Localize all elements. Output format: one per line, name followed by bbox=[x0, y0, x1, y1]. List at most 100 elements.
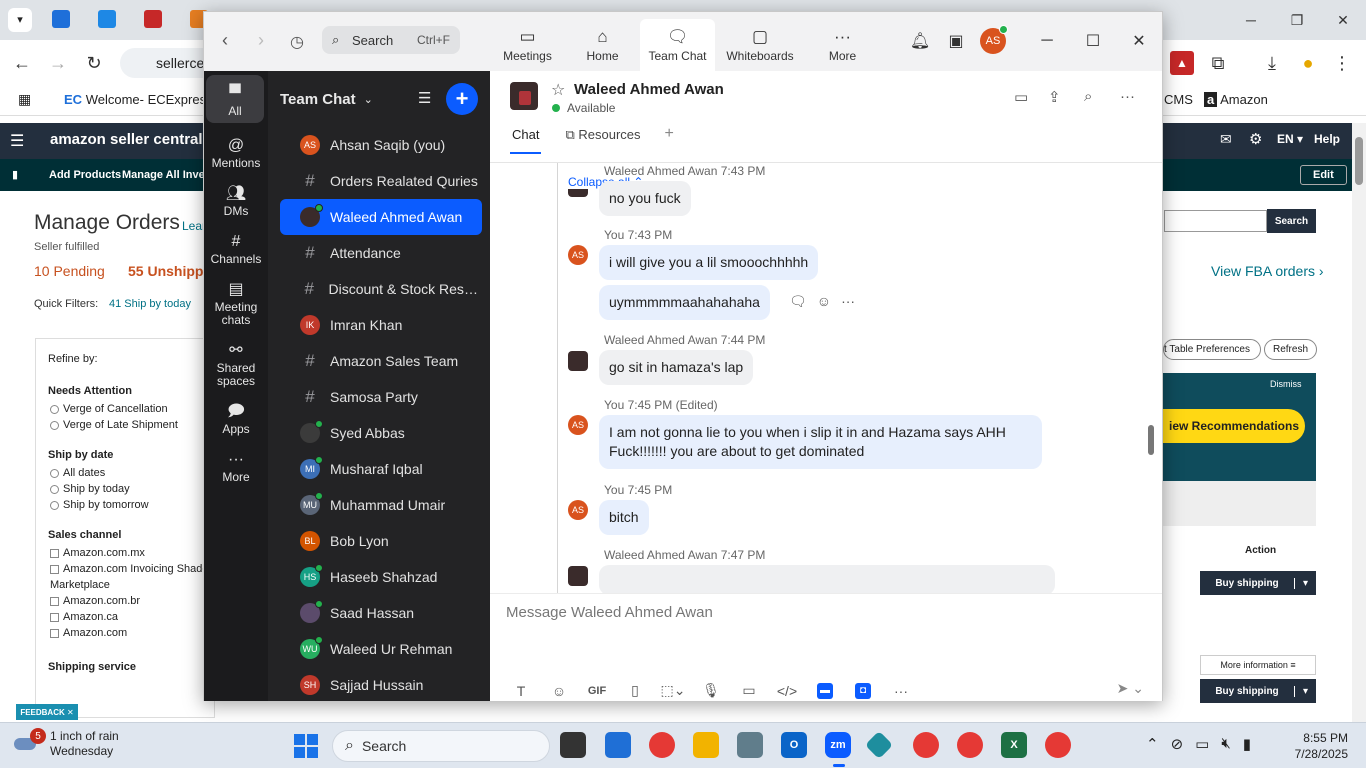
language-select[interactable]: EN ▾ bbox=[1277, 132, 1303, 146]
nav-whiteboards[interactable]: ▢ Whiteboards bbox=[715, 19, 805, 71]
back-icon[interactable]: ← bbox=[10, 51, 34, 75]
dm-item[interactable]: AS Ahsan Saqib (you) bbox=[280, 127, 482, 163]
message-bubble[interactable]: bitch bbox=[599, 500, 649, 535]
rail-apps[interactable]: 🗩 Apps bbox=[205, 393, 267, 441]
view-fba-link[interactable]: View FBA orders › bbox=[1211, 263, 1324, 279]
chrome-profile-icon-1[interactable] bbox=[913, 732, 939, 758]
filter-amazon-br[interactable]: Amazon.com.br bbox=[50, 595, 214, 607]
calculator-icon[interactable] bbox=[737, 732, 763, 758]
more-icon[interactable]: ··· bbox=[841, 293, 855, 310]
add-tab-icon[interactable]: + bbox=[663, 123, 674, 154]
filter-all-dates[interactable]: All dates bbox=[50, 467, 214, 479]
avatar[interactable]: AS bbox=[568, 415, 588, 435]
filter-amazon-com[interactable]: Amazon.com bbox=[50, 627, 214, 639]
emoji-icon[interactable]: ☺ bbox=[540, 683, 578, 699]
filter-verge-late[interactable]: Verge of Late Shipment bbox=[50, 419, 214, 431]
message-bubble[interactable]: go sit in hamaza's lap bbox=[599, 350, 754, 385]
close-icon[interactable]: ✕ bbox=[1320, 0, 1366, 40]
quick-filter-link[interactable]: 41 Ship by today bbox=[109, 298, 191, 310]
refresh-button[interactable]: Refresh bbox=[1264, 339, 1318, 360]
display-icon[interactable]: ▭ bbox=[1195, 735, 1209, 753]
nav-manage-inventory[interactable]: Manage All Invent bbox=[122, 169, 215, 181]
zoom-search-box[interactable]: ⌕ Search Ctrl+F bbox=[322, 26, 460, 54]
task-view-icon[interactable] bbox=[560, 732, 586, 758]
close-icon[interactable]: ✕ bbox=[1116, 31, 1162, 51]
filter-invoicing[interactable]: Amazon.com Invoicing Shado bbox=[50, 563, 214, 575]
screenshot-icon[interactable]: ⬚⌄ bbox=[654, 682, 692, 699]
download-icon[interactable]: ⤓ bbox=[1260, 51, 1284, 75]
avatar[interactable]: AS bbox=[568, 245, 588, 265]
store-icon[interactable] bbox=[605, 732, 631, 758]
app-icon[interactable] bbox=[864, 730, 894, 760]
filter-ship-tomorrow[interactable]: Ship by tomorrow bbox=[50, 499, 214, 511]
feedback-tab[interactable]: FEEDBACK ✕ bbox=[16, 704, 78, 720]
filter-amazon-mx[interactable]: Amazon.com.mx bbox=[50, 547, 214, 559]
chrome-profile-icon-3[interactable] bbox=[1045, 732, 1071, 758]
channel-item[interactable]: # Orders Realated Quries bbox=[280, 163, 482, 199]
edit-button[interactable]: Edit bbox=[1300, 165, 1347, 185]
rail-shared-spaces[interactable]: ⚯ Shared spaces bbox=[205, 332, 267, 393]
send-icon[interactable]: ➤ ⌄ bbox=[1117, 680, 1144, 697]
excel-icon[interactable]: X bbox=[1001, 732, 1027, 758]
search-button[interactable]: Search bbox=[1267, 209, 1316, 233]
dm-item[interactable]: IK Imran Khan bbox=[280, 307, 482, 343]
channel-item[interactable]: # Attendance bbox=[280, 235, 482, 271]
nav-more[interactable]: ··· More bbox=[805, 19, 880, 71]
new-chat-button[interactable]: + bbox=[446, 83, 478, 115]
app-icon-1[interactable]: ▬ bbox=[817, 682, 833, 699]
dm-item[interactable]: HS Haseeb Shahzad bbox=[280, 559, 482, 595]
rail-all[interactable]: ▀ All bbox=[206, 75, 264, 123]
file-explorer-icon[interactable] bbox=[693, 732, 719, 758]
composer-placeholder[interactable]: Message Waleed Ahmed Awan bbox=[506, 604, 713, 621]
filter-amazon-ca[interactable]: Amazon.ca bbox=[50, 611, 214, 623]
forward-arrow-icon[interactable]: › bbox=[250, 30, 272, 51]
forward-icon[interactable]: → bbox=[46, 51, 70, 75]
chrome-icon[interactable] bbox=[649, 732, 675, 758]
unshipped-tab[interactable]: 55 Unshipp bbox=[128, 263, 203, 279]
chat-title[interactable]: Waleed Ahmed Awan bbox=[574, 81, 724, 98]
list-title[interactable]: Team Chat bbox=[280, 91, 356, 108]
rail-more[interactable]: ··· More bbox=[205, 441, 267, 489]
message-bubble[interactable] bbox=[599, 565, 1055, 593]
bookmark-ecexpress[interactable]: EC Welcome- ECExpres... bbox=[64, 92, 217, 107]
seller-central-logo[interactable]: amazon seller central bbox=[50, 131, 203, 148]
help-link[interactable]: Help bbox=[1314, 132, 1340, 146]
message-bubble[interactable]: uymmmmmaahahahaha bbox=[599, 285, 770, 320]
red-tab-icon[interactable] bbox=[144, 10, 162, 28]
message-bubble[interactable]: I am not gonna lie to you when i slip it… bbox=[599, 415, 1042, 469]
avatar[interactable] bbox=[568, 351, 588, 371]
microphone-icon[interactable]: 🎙︎ bbox=[692, 682, 730, 699]
buy-shipping-button[interactable]: Buy shipping ▾ bbox=[1200, 571, 1316, 595]
bookmark-cms[interactable]: CMS bbox=[1164, 92, 1193, 107]
avatar[interactable]: AS bbox=[568, 500, 588, 520]
reload-icon[interactable]: ↻ bbox=[82, 51, 106, 75]
buy-shipping-button-2[interactable]: Buy shipping ▾ bbox=[1200, 679, 1316, 703]
clock[interactable]: 8:55 PM 7/28/2025 bbox=[1295, 730, 1348, 762]
chevron-down-icon[interactable]: ⌄ bbox=[364, 93, 373, 106]
gift-icon[interactable]: ▣ bbox=[938, 31, 974, 51]
dm-item[interactable]: WU Waleed Ur Rehman bbox=[280, 631, 482, 667]
dm-item[interactable]: Waleed Ahmed Awan bbox=[280, 199, 482, 235]
app-icon-2[interactable]: ◘ bbox=[855, 682, 871, 699]
nav-add-products[interactable]: Add Products bbox=[49, 169, 121, 181]
table-preferences-button[interactable]: t Table Preferences bbox=[1163, 339, 1261, 360]
profile-icon[interactable]: ● bbox=[1296, 51, 1320, 75]
channel-item[interactable]: # Amazon Sales Team bbox=[280, 343, 482, 379]
code-icon[interactable]: </> bbox=[768, 683, 806, 699]
volume-muted-icon[interactable]: 🔇︎ bbox=[1221, 735, 1230, 753]
gif-icon[interactable]: GIF bbox=[578, 685, 616, 697]
restore-icon[interactable]: ❐ bbox=[1274, 0, 1320, 40]
maximize-icon[interactable]: ☐ bbox=[1070, 31, 1116, 51]
minimize-icon[interactable]: ─ bbox=[1228, 0, 1274, 40]
bell-icon[interactable]: 🔔︎ bbox=[902, 31, 938, 51]
rail-meeting-chats[interactable]: ▤ Meeting chats bbox=[205, 271, 267, 332]
menu-icon[interactable]: ⋮ bbox=[1330, 51, 1354, 75]
rail-mentions[interactable]: @ Mentions bbox=[205, 127, 267, 175]
video-call-icon[interactable]: ▭ bbox=[1014, 88, 1028, 106]
more-information-button[interactable]: More information ≡ bbox=[1200, 655, 1316, 675]
pending-tab[interactable]: 10 Pending bbox=[34, 263, 105, 279]
dm-item[interactable]: SH Sajjad Hussain bbox=[280, 667, 482, 703]
apps-grid-icon[interactable]: ▦ bbox=[18, 91, 31, 108]
contact-avatar[interactable] bbox=[510, 82, 538, 110]
chrome-profile-icon-2[interactable] bbox=[957, 732, 983, 758]
